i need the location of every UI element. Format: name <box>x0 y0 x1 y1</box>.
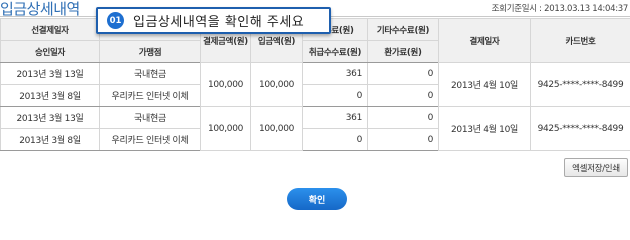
card-number-cell: 9425-****-****-8499 <box>530 62 630 107</box>
payment-amount-cell: 100,000 <box>200 106 251 151</box>
col-header-exchange-fee: 환가료(원) <box>367 40 439 63</box>
exchange-fee-cell: 0 <box>367 84 439 107</box>
deposit-detail-table: 선결제일자 결제금액(원) 입금액(원) 수수료(원) 기타수수료(원) 결제일… <box>0 18 630 151</box>
pay-date-cell: 2013년 4월 10일 <box>438 106 531 151</box>
approval-date-cell: 2013년 3월 13일 <box>0 106 100 129</box>
query-timestamp: 조회기준일시 : 2013.03.13 14:04:37 <box>491 4 629 14</box>
table-row: 2013년 3월 13일 국내현금 100,000 100,000 361 0 … <box>0 106 630 151</box>
handling-fee-cell: 0 <box>302 84 368 107</box>
handling-fee-cell: 0 <box>302 128 368 151</box>
col-header-prepay-date: 선결제일자 <box>0 18 100 41</box>
card-number-cell: 9425-****-****-8499 <box>530 106 630 151</box>
tooltip-text: 입금상세내역을 확인해 주세요 <box>133 15 305 30</box>
pay-date-cell: 2013년 4월 10일 <box>438 62 531 107</box>
other-fee-cell: 0 <box>367 106 439 129</box>
col-header-approval-date: 승인일자 <box>0 40 100 63</box>
approval-date-cell: 2013년 3월 8일 <box>0 128 100 151</box>
col-header-handling-fee: 취급수수료(원) <box>302 40 368 63</box>
step-number-badge: 01 <box>107 12 124 29</box>
excel-export-print-button[interactable]: 엑셀저장/인쇄 <box>564 158 628 177</box>
table-row: 2013년 3월 13일 국내현금 100,000 100,000 361 0 … <box>0 62 630 107</box>
fee-cell: 361 <box>302 62 368 85</box>
fee-cell: 361 <box>302 106 368 129</box>
guide-tooltip: 01 입금상세내역을 확인해 주세요 <box>96 7 331 34</box>
other-fee-cell: 0 <box>367 62 439 85</box>
merchant-cell: 우리카드 인터넷 이체 <box>99 128 201 151</box>
confirm-button[interactable]: 확인 <box>287 188 347 210</box>
col-header-pay-date: 결제일자 <box>438 18 531 63</box>
deposit-amount-cell: 100,000 <box>250 62 303 107</box>
approval-date-cell: 2013년 3월 8일 <box>0 84 100 107</box>
col-header-card-number: 카드번호 <box>530 18 630 63</box>
approval-date-cell: 2013년 3월 13일 <box>0 62 100 85</box>
col-header-merchant: 가맹점 <box>99 40 201 63</box>
col-header-other-fee: 기타수수료(원) <box>367 18 439 41</box>
exchange-fee-cell: 0 <box>367 128 439 151</box>
merchant-cell: 국내현금 <box>99 106 201 129</box>
payment-amount-cell: 100,000 <box>200 62 251 107</box>
merchant-cell: 우리카드 인터넷 이체 <box>99 84 201 107</box>
merchant-cell: 국내현금 <box>99 62 201 85</box>
deposit-amount-cell: 100,000 <box>250 106 303 151</box>
